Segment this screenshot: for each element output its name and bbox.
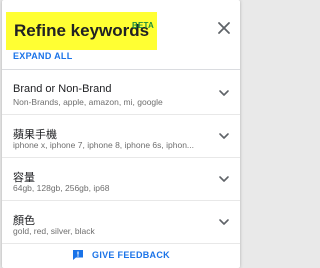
filter-item-capacity[interactable]: 容量 64gb, 128gb, 256gb, ip68 <box>2 158 240 201</box>
feedback-icon <box>73 250 84 260</box>
filter-values: gold, red, silver, black <box>13 226 95 236</box>
chevron-down-icon[interactable] <box>218 130 230 142</box>
filter-list: Brand or Non-Brand Non-Brands, apple, am… <box>2 72 240 244</box>
chevron-down-icon[interactable] <box>218 216 230 228</box>
give-feedback-button[interactable]: GIVE FEEDBACK <box>2 246 240 264</box>
refine-keywords-panel: Refine keywords BETA EXPAND ALL Brand or… <box>2 0 240 268</box>
filter-label: Brand or Non-Brand <box>13 83 112 95</box>
filter-item-brand[interactable]: Brand or Non-Brand Non-Brands, apple, am… <box>2 72 240 115</box>
beta-badge: BETA <box>132 21 154 30</box>
give-feedback-label: GIVE FEEDBACK <box>92 250 170 260</box>
panel-title: Refine keywords <box>14 21 150 40</box>
filter-item-color[interactable]: 顏色 gold, red, silver, black <box>2 201 240 244</box>
filter-item-apple-phones[interactable]: 蘋果手機 iphone x, iphone 7, iphone 8, iphon… <box>2 115 240 158</box>
filter-values: Non-Brands, apple, amazon, mi, google <box>13 97 163 107</box>
header-divider <box>2 69 240 70</box>
title-highlight: Refine keywords <box>6 12 158 50</box>
expand-all-link[interactable]: EXPAND ALL <box>13 51 73 61</box>
chevron-down-icon[interactable] <box>218 87 230 99</box>
chevron-down-icon[interactable] <box>218 173 230 185</box>
close-icon[interactable] <box>216 20 232 36</box>
filter-values: 64gb, 128gb, 256gb, ip68 <box>13 183 110 193</box>
panel-header: Refine keywords BETA EXPAND ALL <box>2 0 240 66</box>
filter-values: iphone x, iphone 7, iphone 8, iphone 6s,… <box>13 140 195 150</box>
